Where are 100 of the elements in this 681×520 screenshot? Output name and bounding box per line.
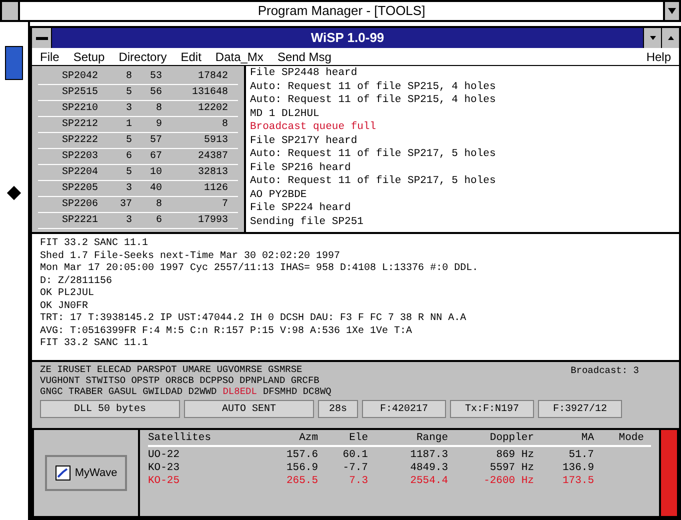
table-cell-text: 156.9 xyxy=(285,462,318,475)
message-line: Auto: Request 11 of file SP215, 4 holes xyxy=(250,80,497,94)
message-line: File SP224 heard xyxy=(250,202,352,216)
status-cell: AUTO SENT xyxy=(184,400,314,418)
message-line: Sending file SP251 xyxy=(250,216,364,229)
menu-item[interactable]: File xyxy=(40,48,60,66)
table-cell-text: 4849.3 xyxy=(409,462,448,475)
file-cell-text: 3 xyxy=(124,214,132,228)
table-cell-text: KO-25 xyxy=(148,475,181,488)
log-line: TRT: 17 T:3938145.2 IP UST:47044.2 IH 0 DCSH DAU: F3 F FC 7 38 R NN A.A xyxy=(40,313,468,326)
file-cell-text: 17842 xyxy=(196,70,228,84)
callsign-text: ZE IRUSET ELECAD PARSPOT UMARE UGVOMRSE GSMRSE xyxy=(40,364,302,375)
window-title: WiSP 1.0-99 xyxy=(310,29,386,48)
table-cell-text: 5597 Hz xyxy=(488,462,534,475)
log-line: AVG: T:0516399FR F:4 M:5 C:n R:157 P:15 V:98 A:536 1Xe 1Ve T:A xyxy=(40,326,414,338)
maximize-icon[interactable] xyxy=(661,28,679,48)
file-cell-text: 8 xyxy=(154,102,162,116)
file-cell-text: SP2205 xyxy=(60,182,98,196)
file-cell-text: SP2206 xyxy=(60,198,98,212)
file-cell-text: SP2515 xyxy=(60,86,98,100)
log-line: OK JN0FR xyxy=(40,300,90,313)
menu-item[interactable]: Help xyxy=(646,48,671,66)
table-cell-text: 157.6 xyxy=(285,449,318,462)
table-cell-text: 136.9 xyxy=(561,462,594,475)
file-cell-text: 5 xyxy=(124,86,132,100)
message-line: File SP216 heard xyxy=(250,162,352,175)
file-cell-text: 37 xyxy=(118,198,132,212)
column-header: Ele xyxy=(348,432,368,445)
file-cell-text: 6 xyxy=(154,214,162,228)
control-menu-icon[interactable] xyxy=(32,28,52,48)
file-cell-text: 9 xyxy=(154,118,162,132)
file-cell-text: SP2222 xyxy=(60,134,98,148)
file-cell-text: 5 xyxy=(124,166,132,180)
file-cell-text: 40 xyxy=(148,182,162,196)
chart-icon xyxy=(54,465,71,481)
file-cell-text: 56 xyxy=(148,86,162,100)
log-line: Mon Mar 17 20:05:00 1997 Cyc 2557/11:13 IHAS= 958 D:4108 L:13376 #:0 DDL. xyxy=(40,263,480,276)
log-line: D: Z/2811156 xyxy=(40,276,114,288)
minimize-icon[interactable] xyxy=(643,28,661,48)
file-cell-text: 67 xyxy=(148,150,162,164)
file-cell-text: 5 xyxy=(124,134,132,148)
table-cell-text: 1187.3 xyxy=(409,449,448,462)
table-cell-text: 51.7 xyxy=(568,449,594,462)
app-button[interactable]: MyWave xyxy=(44,454,128,492)
log-line: FIT 33.2 SANC 11.1 xyxy=(40,238,150,250)
menu-item[interactable]: Setup xyxy=(73,48,105,66)
message-line: Auto: Request 11 of file SP217, 5 holes xyxy=(250,175,497,188)
menu-item[interactable]: Edit xyxy=(180,48,202,66)
message-line: File SP217Y heard xyxy=(250,134,358,148)
file-cell-text: 8 xyxy=(220,118,228,132)
column-header: Azm xyxy=(298,432,318,445)
file-cell-text: 32813 xyxy=(196,166,228,180)
status-cell: F:3927/12 xyxy=(538,400,622,418)
status-cell: 28s xyxy=(318,400,358,418)
table-cell-text: UO-22 xyxy=(148,449,181,462)
log-line: Shed 1.7 File-Seeks next-Time Mar 30 02:02:20 1997 xyxy=(40,250,342,262)
callsign-text: VUGHONT STWITSO OPSTP OR8CB DCPPSO DPNPLAND GRCFB xyxy=(40,375,320,386)
file-cell-text: SP2204 xyxy=(60,166,98,180)
status-cell: Tx:F:N197 xyxy=(450,400,534,418)
file-cell-text: 5913 xyxy=(202,134,228,148)
column-header: Satellites xyxy=(148,432,212,445)
table-cell-text: 2554.4 xyxy=(409,475,448,488)
menu-item[interactable]: Send Msg xyxy=(277,48,332,66)
callsign-text: GNGC TRABER GASUL GWILDAD D2WWD xyxy=(40,386,217,397)
file-cell-text: 1126 xyxy=(202,182,228,196)
file-cell-text: 57 xyxy=(148,134,162,148)
status-cell: F:420217 xyxy=(362,400,446,418)
log-line: FIT 33.2 SANC 11.1 xyxy=(40,338,150,350)
menu-item[interactable]: Data_Mx xyxy=(215,48,264,66)
status-cell: DLL 50 bytes xyxy=(40,400,180,418)
file-cell-text: 6 xyxy=(124,150,132,164)
window-icon[interactable] xyxy=(5,46,23,80)
message-line: Auto: Request 11 of file SP215, 4 holes xyxy=(250,94,497,108)
file-cell-text: SP2203 xyxy=(60,150,98,164)
message-line: Broadcast queue full xyxy=(250,121,378,134)
message-line: AO PY2BDE xyxy=(250,188,308,202)
file-cell-text: 10 xyxy=(148,166,162,180)
file-cell-text: SP2221 xyxy=(60,214,98,228)
file-cell-text: 131648 xyxy=(190,86,228,100)
column-header: Mode xyxy=(618,432,644,445)
menu-item[interactable]: Directory xyxy=(118,48,167,66)
column-header: Doppler xyxy=(488,432,534,445)
table-cell-text: 60.1 xyxy=(342,449,368,462)
table-cell-text: 265.5 xyxy=(285,475,318,488)
message-line: Auto: Request 11 of file SP217, 5 holes xyxy=(250,148,497,162)
table-cell-text: -2600 Hz xyxy=(482,475,534,488)
file-cell-text: SP2210 xyxy=(60,102,98,116)
file-cell-text: 8 xyxy=(124,70,132,84)
table-cell-text: 173.5 xyxy=(561,475,594,488)
file-cell-text: 7 xyxy=(220,198,228,212)
table-cell-text: 869 Hz xyxy=(495,449,534,462)
callsign-text: DL8EDL xyxy=(222,386,257,397)
file-cell-text: 24387 xyxy=(196,150,228,164)
file-cell-text: 1 xyxy=(124,118,132,132)
window-title: Program Manager - [TOOLS] xyxy=(256,2,426,20)
file-cell-text: 17993 xyxy=(196,214,228,228)
control-menu-icon[interactable] xyxy=(2,2,20,20)
column-header: MA xyxy=(580,432,594,445)
file-cell-text: 3 xyxy=(124,182,132,196)
message-line: MD 1 DL2HUL xyxy=(250,108,320,121)
